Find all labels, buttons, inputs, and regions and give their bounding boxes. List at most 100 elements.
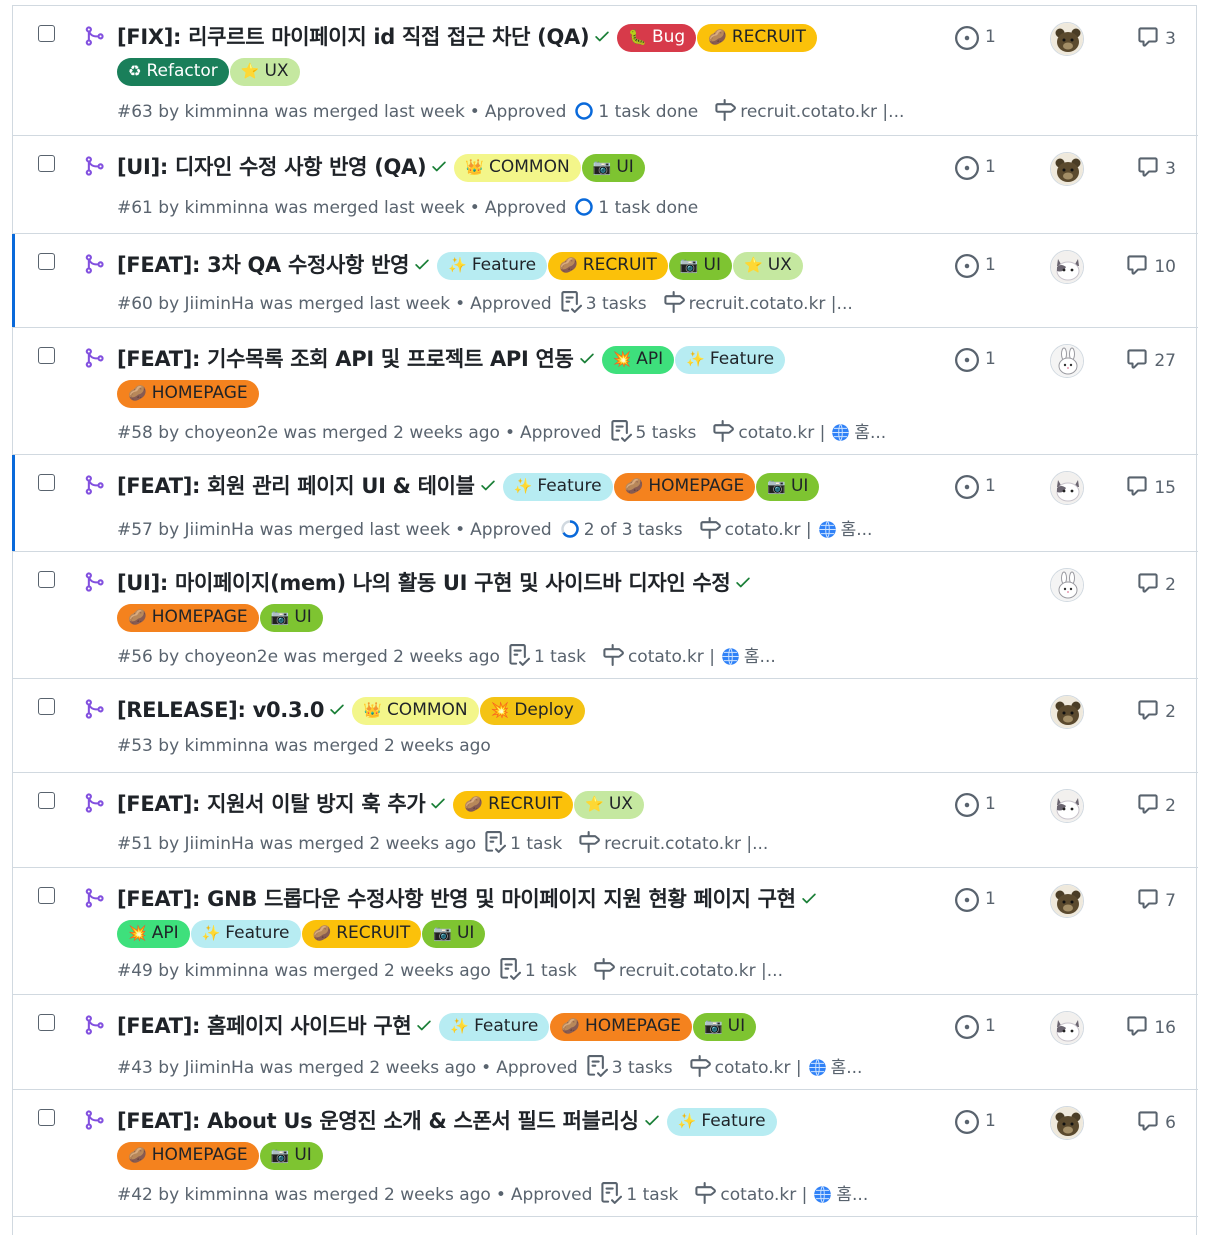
- linked-issue-count[interactable]: 1: [985, 255, 996, 275]
- task-count[interactable]: 1 task: [534, 647, 586, 667]
- task-count[interactable]: 1 task: [626, 1185, 678, 1205]
- select-checkbox[interactable]: [38, 698, 55, 715]
- linked-issue-count[interactable]: 1: [985, 1111, 996, 1131]
- review-status[interactable]: Approved: [496, 1058, 578, 1078]
- milestone-link[interactable]: recruit.cotato.kr |...: [740, 102, 904, 122]
- comment-count[interactable]: 3: [1137, 26, 1176, 49]
- label-ui[interactable]: 📷 UI: [422, 920, 486, 948]
- select-checkbox[interactable]: [38, 792, 55, 809]
- avatar-cat[interactable]: [1050, 471, 1084, 505]
- label-feature[interactable]: ✨ Feature: [437, 252, 548, 280]
- label-recruit[interactable]: 🥔 RECRUIT: [697, 24, 817, 52]
- label-refactor[interactable]: ♻ Refactor: [117, 58, 229, 86]
- label-ui[interactable]: 📷 UI: [692, 1013, 757, 1041]
- label-homepage[interactable]: 🥔 HOMEPAGE: [117, 604, 259, 632]
- label-deploy[interactable]: 💥 Deploy: [479, 697, 585, 725]
- select-checkbox[interactable]: [38, 253, 55, 270]
- milestone-extra[interactable]: 홈...: [836, 1185, 868, 1205]
- label-ui[interactable]: 📷 UI: [756, 473, 820, 501]
- avatar-cat[interactable]: [1050, 250, 1084, 284]
- task-count[interactable]: 2 of 3 tasks: [584, 520, 683, 540]
- review-status[interactable]: Approved: [470, 294, 552, 314]
- avatar-cat[interactable]: [1050, 1011, 1084, 1045]
- linked-issue-count[interactable]: 1: [985, 1016, 996, 1036]
- comment-count[interactable]: 6: [1137, 1110, 1176, 1133]
- label-api[interactable]: 💥 API: [117, 920, 190, 948]
- milestone-link[interactable]: cotato.kr |: [628, 647, 715, 667]
- avatar-bear[interactable]: [1050, 695, 1084, 729]
- comment-count[interactable]: 27: [1126, 348, 1176, 371]
- select-checkbox[interactable]: [38, 155, 55, 172]
- label-feature[interactable]: ✨ Feature: [190, 920, 301, 948]
- label-homepage[interactable]: 🥔 HOMEPAGE: [117, 1142, 259, 1170]
- task-count[interactable]: 1 task: [510, 834, 562, 854]
- avatar-cat[interactable]: [1050, 789, 1084, 823]
- label-recruit[interactable]: 🥔 RECRUIT: [301, 920, 422, 948]
- select-checkbox[interactable]: [38, 571, 55, 588]
- pr-title[interactable]: [FEAT]: 3차 QA 수정사항 반영: [117, 253, 409, 277]
- label-feature[interactable]: ✨ Feature: [666, 1108, 777, 1136]
- label-common[interactable]: 👑 COMMON: [454, 154, 581, 182]
- label-recruit[interactable]: 🥔 RECRUIT: [453, 791, 574, 819]
- linked-issue-icon[interactable]: [955, 254, 979, 278]
- label-recruit[interactable]: 🥔 RECRUIT: [548, 252, 668, 280]
- linked-issue-count[interactable]: 1: [985, 349, 996, 369]
- linked-issue-count[interactable]: 1: [985, 157, 996, 177]
- label-homepage[interactable]: 🥔 HOMEPAGE: [550, 1013, 692, 1041]
- select-checkbox[interactable]: [38, 347, 55, 364]
- avatar-bear[interactable]: [1050, 1106, 1084, 1140]
- pr-title[interactable]: [FEAT]: GNB 드롭다운 수정사항 반영 및 마이페이지 지원 현황 페…: [117, 887, 796, 911]
- label-feature[interactable]: ✨ Feature: [502, 473, 613, 501]
- comment-count[interactable]: 2: [1137, 572, 1176, 595]
- pr-title[interactable]: [RELEASE]: v0.3.0: [117, 698, 325, 722]
- review-status[interactable]: Approved: [470, 520, 552, 540]
- select-checkbox[interactable]: [38, 25, 55, 42]
- label-common[interactable]: 👑 COMMON: [352, 697, 479, 725]
- label-feature[interactable]: ✨ Feature: [439, 1013, 550, 1041]
- label-ui[interactable]: 📷 UI: [581, 154, 645, 182]
- milestone-link[interactable]: cotato.kr |: [738, 423, 825, 443]
- milestone-extra[interactable]: 홈...: [831, 1058, 863, 1078]
- avatar-bear[interactable]: [1050, 884, 1084, 918]
- label-ux[interactable]: ⭐ UX: [229, 58, 300, 86]
- label-ux[interactable]: ⭐ UX: [733, 252, 803, 280]
- linked-issue-count[interactable]: 1: [985, 889, 996, 909]
- review-status[interactable]: Approved: [485, 198, 567, 218]
- label-homepage[interactable]: 🥔 HOMEPAGE: [117, 380, 259, 408]
- linked-issue-icon[interactable]: [955, 888, 979, 912]
- milestone-link[interactable]: recruit.cotato.kr |...: [619, 961, 783, 981]
- task-count[interactable]: 1 task done: [598, 102, 698, 122]
- milestone-extra[interactable]: 홈...: [744, 647, 776, 667]
- task-count[interactable]: 1 task: [525, 961, 577, 981]
- milestone-link[interactable]: cotato.kr |: [715, 1058, 802, 1078]
- label-ux[interactable]: ⭐ UX: [574, 791, 644, 819]
- linked-issue-icon[interactable]: [955, 348, 979, 372]
- avatar-bear[interactable]: [1050, 22, 1084, 56]
- task-count[interactable]: 5 tasks: [636, 423, 697, 443]
- pr-title[interactable]: [FEAT]: 기수목록 조회 API 및 프로젝트 API 연동: [117, 347, 574, 371]
- linked-issue-count[interactable]: 1: [985, 476, 996, 496]
- milestone-link[interactable]: cotato.kr |: [720, 1185, 807, 1205]
- label-ui[interactable]: 📷 UI: [259, 604, 323, 632]
- pr-title[interactable]: [FEAT]: 지원서 이탈 방지 훅 추가: [117, 792, 426, 816]
- linked-issue-icon[interactable]: [955, 156, 979, 180]
- linked-issue-count[interactable]: 1: [985, 27, 996, 47]
- pr-title[interactable]: [FEAT]: 회원 관리 페이지 UI & 테이블: [117, 474, 475, 498]
- label-feature[interactable]: ✨ Feature: [675, 346, 786, 374]
- linked-issue-icon[interactable]: [955, 1015, 979, 1039]
- review-status[interactable]: Approved: [485, 102, 567, 122]
- label-ui[interactable]: 📷 UI: [668, 252, 732, 280]
- comment-count[interactable]: 15: [1126, 475, 1176, 498]
- milestone-link[interactable]: recruit.cotato.kr |...: [604, 834, 768, 854]
- pr-title[interactable]: [FEAT]: About Us 운영진 소개 & 스폰서 필드 퍼블리싱: [117, 1109, 639, 1133]
- comment-count[interactable]: 7: [1137, 888, 1176, 911]
- select-checkbox[interactable]: [38, 474, 55, 491]
- pr-title[interactable]: [FEAT]: 홈페이지 사이드바 구현: [117, 1014, 412, 1038]
- review-status[interactable]: Approved: [520, 423, 602, 443]
- linked-issue-icon[interactable]: [955, 793, 979, 817]
- pr-title[interactable]: [UI]: 마이페이지(mem) 나의 활동 UI 구현 및 사이드바 디자인 …: [117, 571, 731, 595]
- select-checkbox[interactable]: [38, 1109, 55, 1126]
- label-bug[interactable]: 🐛 Bug: [617, 24, 697, 52]
- comment-count[interactable]: 3: [1137, 156, 1176, 179]
- pr-title[interactable]: [UI]: 디자인 수정 사항 반영 (QA): [117, 155, 427, 179]
